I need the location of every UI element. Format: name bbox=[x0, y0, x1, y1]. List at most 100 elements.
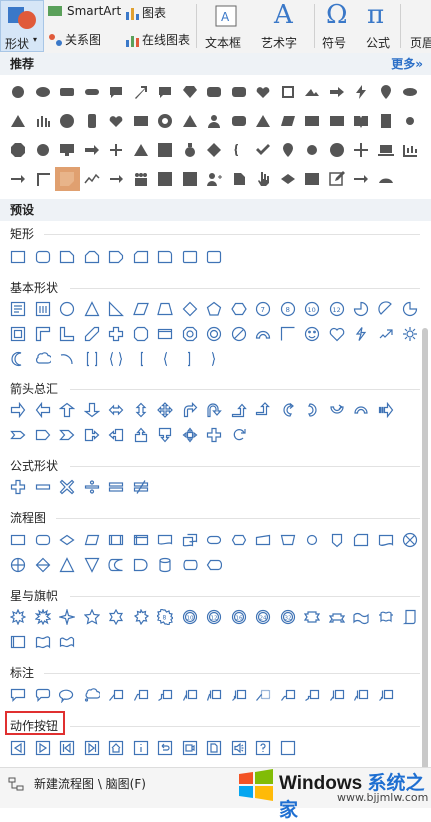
shape-item[interactable] bbox=[276, 109, 301, 133]
shape-item[interactable] bbox=[398, 297, 423, 321]
shape-item[interactable] bbox=[178, 683, 203, 707]
shape-item[interactable] bbox=[129, 245, 154, 269]
shape-item[interactable] bbox=[129, 553, 154, 577]
shape-item[interactable] bbox=[55, 297, 80, 321]
shape-item[interactable] bbox=[129, 605, 154, 629]
shape-item[interactable] bbox=[31, 475, 56, 499]
shape-item[interactable] bbox=[6, 553, 31, 577]
shape-item[interactable]: 12 bbox=[325, 297, 350, 321]
shape-item[interactable] bbox=[325, 167, 350, 191]
shape-item[interactable] bbox=[31, 630, 56, 654]
action-forward-button[interactable] bbox=[31, 736, 56, 760]
shape-item[interactable] bbox=[31, 167, 56, 191]
shape-item[interactable] bbox=[178, 347, 203, 371]
shape-item[interactable] bbox=[80, 528, 105, 552]
shape-item[interactable] bbox=[202, 322, 227, 346]
shape-item[interactable] bbox=[178, 322, 203, 346]
action-movie-button[interactable] bbox=[178, 736, 203, 760]
shape-item[interactable] bbox=[80, 297, 105, 321]
shape-item[interactable] bbox=[31, 109, 56, 133]
shape-item[interactable] bbox=[202, 167, 227, 191]
online-chart-button[interactable]: 在线图表 bbox=[125, 31, 190, 48]
shape-item[interactable] bbox=[227, 683, 252, 707]
shape-item[interactable] bbox=[80, 683, 105, 707]
shape-item[interactable] bbox=[349, 138, 374, 162]
shape-item[interactable] bbox=[349, 605, 374, 629]
shape-item[interactable] bbox=[325, 398, 350, 422]
shape-item[interactable]: 12 bbox=[202, 605, 227, 629]
panel-scrollbar[interactable] bbox=[422, 328, 428, 798]
shape-item[interactable] bbox=[104, 605, 129, 629]
shape-item[interactable] bbox=[153, 347, 178, 371]
shape-item[interactable] bbox=[31, 423, 56, 447]
new-flowchart-button[interactable]: 新建流程图 \ 脑图(F) bbox=[8, 775, 146, 792]
shape-item[interactable] bbox=[325, 528, 350, 552]
shape-item[interactable] bbox=[6, 423, 31, 447]
shape-item[interactable] bbox=[31, 553, 56, 577]
shape-item[interactable] bbox=[6, 80, 31, 104]
shape-item[interactable] bbox=[227, 398, 252, 422]
shape-item[interactable] bbox=[202, 398, 227, 422]
shape-item[interactable] bbox=[227, 80, 252, 104]
shape-item[interactable] bbox=[251, 683, 276, 707]
shape-item[interactable] bbox=[55, 553, 80, 577]
shape-item[interactable] bbox=[202, 80, 227, 104]
shape-item[interactable] bbox=[374, 605, 399, 629]
shape-item[interactable] bbox=[129, 423, 154, 447]
shape-item[interactable] bbox=[227, 138, 252, 162]
shape-item[interactable] bbox=[398, 322, 423, 346]
relation-chart-button[interactable]: 关系图 bbox=[48, 31, 101, 48]
shape-item[interactable] bbox=[374, 322, 399, 346]
shape-item[interactable] bbox=[325, 605, 350, 629]
shape-item[interactable] bbox=[276, 322, 301, 346]
shape-item[interactable] bbox=[104, 683, 129, 707]
shape-item[interactable] bbox=[55, 528, 80, 552]
shape-item[interactable] bbox=[178, 553, 203, 577]
action-last-button[interactable] bbox=[80, 736, 105, 760]
shape-item[interactable] bbox=[6, 347, 31, 371]
shape-item[interactable] bbox=[104, 297, 129, 321]
shape-item[interactable] bbox=[178, 109, 203, 133]
shape-item[interactable] bbox=[325, 80, 350, 104]
shape-item[interactable]: 32 bbox=[276, 605, 301, 629]
shape-item[interactable] bbox=[129, 80, 154, 104]
shape-item[interactable] bbox=[104, 475, 129, 499]
shape-item[interactable] bbox=[325, 322, 350, 346]
shape-item[interactable] bbox=[178, 245, 203, 269]
shape-item[interactable] bbox=[251, 398, 276, 422]
shape-item[interactable] bbox=[300, 80, 325, 104]
shape-item[interactable]: 7 bbox=[251, 297, 276, 321]
shape-item[interactable] bbox=[374, 167, 399, 191]
shape-item[interactable] bbox=[55, 605, 80, 629]
shape-item[interactable] bbox=[300, 683, 325, 707]
shape-item[interactable] bbox=[178, 398, 203, 422]
shape-item[interactable] bbox=[80, 109, 105, 133]
shape-item[interactable] bbox=[153, 423, 178, 447]
shape-item[interactable] bbox=[178, 528, 203, 552]
shape-item[interactable] bbox=[202, 245, 227, 269]
shape-item[interactable] bbox=[153, 553, 178, 577]
shape-item[interactable] bbox=[55, 322, 80, 346]
shape-item[interactable] bbox=[6, 683, 31, 707]
shape-item[interactable] bbox=[104, 528, 129, 552]
shape-item[interactable] bbox=[80, 475, 105, 499]
shape-item[interactable] bbox=[104, 322, 129, 346]
shape-item[interactable] bbox=[300, 398, 325, 422]
shape-item[interactable] bbox=[349, 80, 374, 104]
shape-item[interactable] bbox=[202, 347, 227, 371]
shape-item[interactable] bbox=[349, 297, 374, 321]
shape-item[interactable] bbox=[153, 109, 178, 133]
shape-item[interactable] bbox=[227, 322, 252, 346]
shape-item[interactable] bbox=[374, 398, 399, 422]
shape-item[interactable] bbox=[6, 138, 31, 162]
shape-item[interactable] bbox=[374, 683, 399, 707]
shape-item[interactable] bbox=[6, 605, 31, 629]
action-info-button[interactable] bbox=[129, 736, 154, 760]
shape-item[interactable] bbox=[300, 322, 325, 346]
shapes-button[interactable]: 形状 ▾ bbox=[0, 0, 44, 52]
shape-item[interactable] bbox=[104, 553, 129, 577]
more-link[interactable]: 更多» bbox=[391, 53, 423, 75]
shape-item[interactable] bbox=[202, 553, 227, 577]
shape-item[interactable] bbox=[129, 297, 154, 321]
shape-item[interactable] bbox=[31, 683, 56, 707]
